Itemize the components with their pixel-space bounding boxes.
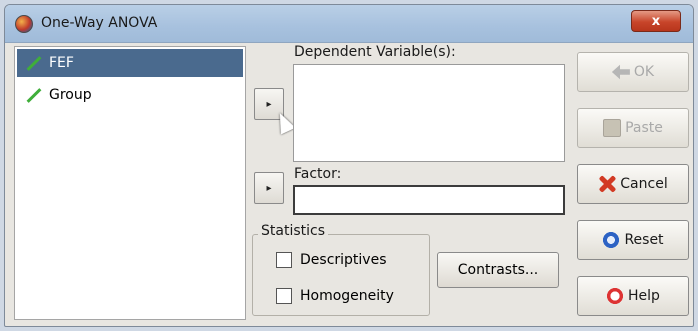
variable-label: FEF — [49, 55, 74, 71]
homogeneity-checkbox-row[interactable]: Homogeneity — [276, 288, 394, 304]
descriptives-checkbox[interactable] — [276, 252, 292, 268]
dependent-variables-label: Dependent Variable(s): — [294, 44, 456, 60]
variable-label: Group — [49, 87, 92, 103]
ok-button[interactable]: OK — [577, 52, 689, 92]
factor-label: Factor: — [294, 166, 342, 182]
close-button[interactable]: x — [631, 10, 681, 32]
variable-list[interactable]: FEF Group — [14, 46, 246, 320]
statistics-legend: Statistics — [258, 223, 328, 239]
right-arrow-icon: ▸ — [266, 98, 272, 110]
variable-item-group[interactable]: Group — [17, 81, 243, 109]
homogeneity-checkbox[interactable] — [276, 288, 292, 304]
descriptives-checkbox-row[interactable]: Descriptives — [276, 252, 387, 268]
move-to-factor-button[interactable]: ▸ — [254, 172, 284, 204]
factor-field[interactable] — [293, 185, 565, 215]
reset-icon — [602, 231, 621, 249]
cancel-button[interactable]: Cancel — [577, 164, 689, 204]
window-title: One-Way ANOVA — [41, 15, 158, 31]
app-icon — [15, 15, 33, 33]
ok-label: OK — [633, 64, 655, 80]
contrasts-button[interactable]: Contrasts... — [437, 252, 559, 288]
lifebuoy-help-icon — [606, 287, 625, 305]
homogeneity-label: Homogeneity — [300, 288, 394, 304]
paste-label: Paste — [625, 120, 663, 136]
scale-pencil-icon — [23, 85, 43, 105]
cancel-label: Cancel — [620, 176, 668, 192]
right-arrow-icon: ▸ — [266, 182, 272, 194]
reset-button[interactable]: Reset — [577, 220, 689, 260]
descriptives-label: Descriptives — [300, 252, 387, 268]
help-button[interactable]: Help — [577, 276, 689, 316]
title-bar[interactable]: One-Way ANOVA x — [5, 5, 693, 43]
help-label: Help — [628, 288, 660, 304]
clipboard-icon — [603, 119, 622, 137]
dependent-variables-list[interactable] — [293, 64, 565, 162]
red-x-icon — [598, 175, 616, 193]
paste-button[interactable]: Paste — [577, 108, 689, 148]
reset-label: Reset — [624, 232, 664, 248]
ok-arrow-icon — [611, 64, 630, 80]
scale-pencil-icon — [23, 53, 43, 73]
variable-item-fef[interactable]: FEF — [17, 49, 243, 77]
